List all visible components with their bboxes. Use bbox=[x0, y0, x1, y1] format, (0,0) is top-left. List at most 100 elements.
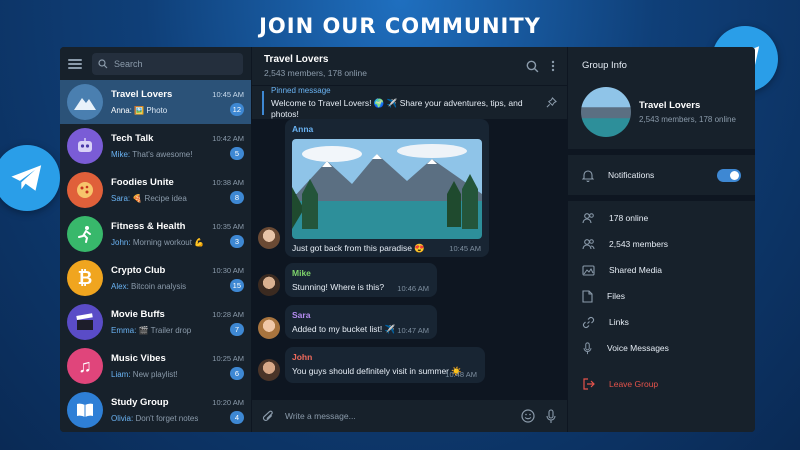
runner-icon bbox=[75, 224, 95, 244]
message-bubble[interactable]: Sara Added to my bucket list! ✈️ 10:47 A… bbox=[285, 305, 437, 339]
files-row[interactable]: Files bbox=[568, 283, 755, 309]
chat-list-item[interactable]: ♫ Music Vibes 10:25 AM Liam: New playlist! 6 bbox=[60, 344, 251, 388]
chat-avatar bbox=[67, 304, 103, 340]
exit-icon bbox=[583, 378, 595, 390]
music-icon: ♫ bbox=[78, 355, 92, 376]
group-avatar[interactable] bbox=[581, 87, 631, 137]
preview-text: 🎬 Trailer drop bbox=[138, 325, 192, 335]
avatar[interactable] bbox=[258, 317, 280, 339]
message-sender: Anna bbox=[292, 124, 314, 134]
unread-badge: 8 bbox=[230, 190, 244, 204]
attach-icon[interactable] bbox=[262, 410, 275, 423]
preview-sender: Mike: bbox=[111, 149, 131, 159]
chat-avatar bbox=[67, 216, 103, 252]
message-time: 10:45 AM bbox=[449, 244, 481, 253]
shared-media-row[interactable]: Shared Media bbox=[568, 257, 755, 283]
microphone-icon bbox=[583, 341, 592, 354]
preview-text: 🍕 Recipe idea bbox=[132, 193, 187, 203]
message-time: 10:48 AM bbox=[445, 370, 477, 379]
chat-preview: Anna: 🖼️ Photo bbox=[111, 106, 167, 115]
chat-avatar bbox=[67, 392, 103, 428]
chat-preview: Alex: Bitcoin analysis bbox=[111, 282, 186, 291]
chat-name: Movie Buffs bbox=[111, 308, 165, 320]
chat-name: Study Group bbox=[111, 396, 169, 408]
preview-sender: Liam: bbox=[111, 369, 131, 379]
leave-group-label: Leave Group bbox=[609, 379, 659, 389]
message-input[interactable]: Write a message... bbox=[285, 411, 511, 421]
chat-list-item[interactable]: Travel Lovers 10:45 AM Anna: 🖼️ Photo 12 bbox=[60, 80, 251, 124]
files-label: Files bbox=[607, 291, 625, 301]
chat-list-item[interactable]: ₿ Crypto Club 10:30 AM Alex: Bitcoin analys… bbox=[60, 256, 251, 300]
shared-photo[interactable] bbox=[292, 139, 482, 239]
pin-icon[interactable] bbox=[546, 97, 557, 108]
chat-list-item[interactable]: Foodies Unite 10:38 AM Sara: 🍕 Recipe idea… bbox=[60, 168, 251, 212]
unread-badge: 7 bbox=[230, 322, 244, 336]
notifications-toggle[interactable] bbox=[717, 168, 741, 182]
microphone-icon[interactable] bbox=[545, 408, 557, 424]
bitcoin-icon: ₿ bbox=[77, 267, 93, 288]
chat-name: Music Vibes bbox=[111, 352, 166, 364]
preview-sender: Emma: bbox=[111, 325, 137, 335]
avatar[interactable] bbox=[258, 227, 280, 249]
message-bubble[interactable]: Anna Just got back from this paradise 😍 … bbox=[285, 119, 489, 257]
chat-name: Fitness & Health bbox=[111, 220, 186, 232]
chat-time: 10:20 AM bbox=[212, 397, 244, 407]
chat-avatar bbox=[67, 128, 103, 164]
avatar[interactable] bbox=[258, 359, 280, 381]
chat-name: Travel Lovers bbox=[111, 88, 173, 100]
chat-list-panel: Search Travel Lovers 10:45 AM Anna: 🖼️ Pho… bbox=[60, 47, 252, 432]
chat-preview: Emma: 🎬 Trailer drop bbox=[111, 326, 191, 335]
chat-avatar: ♫ bbox=[67, 348, 103, 384]
chat-time: 10:45 AM bbox=[212, 89, 244, 99]
chat-title: Travel Lovers bbox=[264, 54, 329, 65]
online-count: 178 online bbox=[609, 213, 649, 223]
link-icon bbox=[582, 316, 595, 328]
search-icon bbox=[98, 58, 108, 68]
voice-messages-row[interactable]: Voice Messages bbox=[568, 335, 755, 361]
search-placeholder: Search bbox=[114, 58, 143, 69]
members-count: 2,543 members bbox=[609, 239, 669, 249]
search-input[interactable]: Search bbox=[92, 52, 243, 75]
preview-sender: Sara: bbox=[111, 193, 131, 203]
online-row[interactable]: 178 online bbox=[568, 205, 755, 231]
leave-group-button[interactable]: Leave Group bbox=[568, 371, 755, 397]
users-icon bbox=[582, 213, 594, 224]
banner-title: JOIN OUR COMMUNITY bbox=[259, 14, 541, 38]
members-row[interactable]: 2,543 members bbox=[568, 231, 755, 257]
unread-badge: 6 bbox=[230, 366, 244, 380]
chat-preview: Sara: 🍕 Recipe idea bbox=[111, 194, 187, 203]
preview-sender: John: bbox=[111, 237, 131, 247]
unread-badge: 12 bbox=[229, 102, 244, 116]
message-composer: Write a message... bbox=[252, 400, 567, 432]
message-bubble[interactable]: Mike Stunning! Where is this? 10:46 AM bbox=[285, 263, 437, 297]
chat-preview: John: Morning workout 💪 bbox=[111, 238, 204, 247]
preview-text: That's awesome! bbox=[132, 149, 193, 159]
unread-badge: 4 bbox=[230, 410, 244, 424]
emoji-icon[interactable] bbox=[521, 409, 535, 423]
chat-list-item[interactable]: Movie Buffs 10:28 AM Emma: 🎬 Trailer drop 7 bbox=[60, 300, 251, 344]
menu-icon[interactable] bbox=[68, 58, 82, 69]
pizza-icon bbox=[75, 180, 95, 200]
chat-list-item[interactable]: Study Group 10:20 AM Olivia: Don't forget … bbox=[60, 388, 251, 432]
chat-time: 10:25 AM bbox=[212, 353, 244, 363]
pinned-message[interactable]: Pinned message Welcome to Travel Lovers!… bbox=[252, 85, 567, 119]
search-icon[interactable] bbox=[526, 60, 539, 73]
links-row[interactable]: Links bbox=[568, 309, 755, 335]
chat-list-item[interactable]: Tech Talk 10:42 AM Mike: That's awesome! 5 bbox=[60, 124, 251, 168]
message-sender: Mike bbox=[292, 268, 311, 278]
chat-name: Crypto Club bbox=[111, 264, 166, 276]
preview-sender: Alex: bbox=[111, 281, 129, 291]
group-subtitle: 2,543 members, 178 online bbox=[639, 115, 736, 124]
more-options-icon[interactable] bbox=[551, 60, 555, 72]
chat-preview: Liam: New playlist! bbox=[111, 370, 178, 379]
image-icon bbox=[582, 264, 595, 276]
avatar[interactable] bbox=[258, 274, 280, 296]
notifications-row[interactable]: Notifications bbox=[568, 155, 755, 195]
chat-header[interactable]: Travel Lovers 2,543 members, 178 online bbox=[264, 54, 367, 78]
chat-time: 10:28 AM bbox=[212, 309, 244, 319]
unread-badge: 3 bbox=[230, 234, 244, 248]
chat-list-item[interactable]: Fitness & Health 10:35 AM John: Morning wo… bbox=[60, 212, 251, 256]
chat-avatar bbox=[67, 84, 103, 120]
message-bubble[interactable]: John You guys should definitely visit in… bbox=[285, 347, 485, 383]
chat-time: 10:38 AM bbox=[212, 177, 244, 187]
